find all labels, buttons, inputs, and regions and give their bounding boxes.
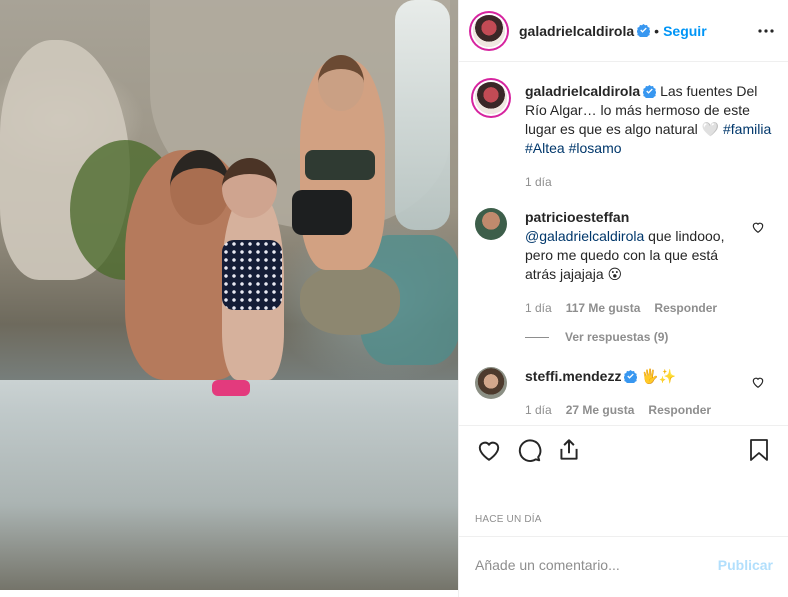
caption-username[interactable]: galadrielcaldirola (525, 83, 640, 99)
verified-badge-icon (637, 24, 651, 37)
bookmark-icon[interactable] (739, 430, 779, 470)
mention-link[interactable]: @galadrielcaldirola (525, 228, 644, 244)
follow-button[interactable]: Seguir (663, 23, 707, 39)
hashtag-link[interactable]: #Altea (525, 140, 565, 156)
hashtag-link[interactable]: #familia (723, 121, 771, 137)
photo-woman-head (318, 55, 364, 111)
post-header: galadrielcaldirola • Seguir (459, 0, 788, 62)
caption-body: galadrielcaldirola Las fuentes Del Río A… (525, 82, 773, 190)
photo-stream (0, 380, 458, 590)
comment-likes[interactable]: 27 Me gusta (566, 402, 635, 418)
author-username[interactable]: galadrielcaldirola (519, 23, 634, 39)
photo-stone (300, 265, 400, 335)
caption-meta: 1 día (525, 174, 773, 190)
comment-icon[interactable] (509, 430, 549, 470)
comment-meta: 1 día 27 Me gusta Responder (525, 402, 743, 418)
comment-body: patricioesteffan @galadrielcaldirola que… (525, 208, 773, 347)
post-actions (459, 425, 788, 473)
view-replies-button[interactable]: Ver respuestas (9) (525, 328, 743, 347)
comment-time[interactable]: 1 día (525, 300, 552, 316)
reply-button[interactable]: Responder (654, 300, 717, 316)
author-avatar[interactable] (473, 14, 505, 47)
photo-shorts (292, 190, 352, 235)
add-comment-bar: Publicar (459, 536, 788, 592)
hashtag-link[interactable]: #losamo (569, 140, 622, 156)
commenter-avatar[interactable] (475, 208, 507, 240)
photo-swimsuit (222, 240, 282, 310)
caption-avatar[interactable] (475, 82, 507, 114)
comment-like-heart-icon[interactable] (751, 220, 765, 234)
comment-like-heart-icon[interactable] (751, 375, 765, 389)
verified-badge-icon (643, 85, 657, 98)
publish-button[interactable]: Publicar (718, 557, 773, 573)
comment-input[interactable] (475, 556, 718, 573)
comment-username[interactable]: patricioesteffan (525, 209, 629, 225)
verified-badge-icon (624, 370, 638, 383)
comment-meta: 1 día 117 Me gusta Responder (525, 300, 743, 316)
comment-item: patricioesteffan @galadrielcaldirola que… (475, 190, 773, 347)
comment-text: 🖐✨ (641, 368, 677, 384)
comment-likes[interactable]: 117 Me gusta (566, 300, 641, 316)
author-info: galadrielcaldirola • Seguir (519, 23, 707, 39)
comments-list[interactable]: galadrielcaldirola Las fuentes Del Río A… (459, 62, 788, 425)
more-options-icon[interactable] (755, 20, 777, 42)
reply-button[interactable]: Responder (648, 402, 711, 418)
comment-username[interactable]: steffi.mendezz (525, 368, 621, 384)
photo-pink-shoe (212, 380, 250, 396)
post-date[interactable]: Hace un día (475, 514, 542, 525)
comment-time[interactable]: 1 día (525, 402, 552, 418)
view-replies-label[interactable]: Ver respuestas (9) (565, 328, 668, 347)
heart-icon[interactable] (469, 430, 509, 470)
photo-waterfall (395, 0, 450, 230)
caption-time[interactable]: 1 día (525, 174, 552, 190)
post-side-panel: galadrielcaldirola • Seguir galadrielcal… (458, 0, 788, 597)
photo-bikini (305, 150, 375, 180)
comment-item: steffi.mendezz 🖐✨ 1 día 27 Me gusta Resp… (475, 347, 773, 418)
commenter-avatar[interactable] (475, 367, 507, 399)
photo-baby-head (222, 158, 277, 218)
comment-body: steffi.mendezz 🖐✨ 1 día 27 Me gusta Resp… (525, 367, 773, 418)
caption: galadrielcaldirola Las fuentes Del Río A… (475, 62, 773, 190)
header-separator: • (654, 22, 660, 39)
share-icon[interactable] (549, 430, 589, 470)
replies-divider (525, 337, 549, 338)
photo-man-head (170, 150, 230, 225)
post-photo[interactable] (0, 0, 458, 590)
